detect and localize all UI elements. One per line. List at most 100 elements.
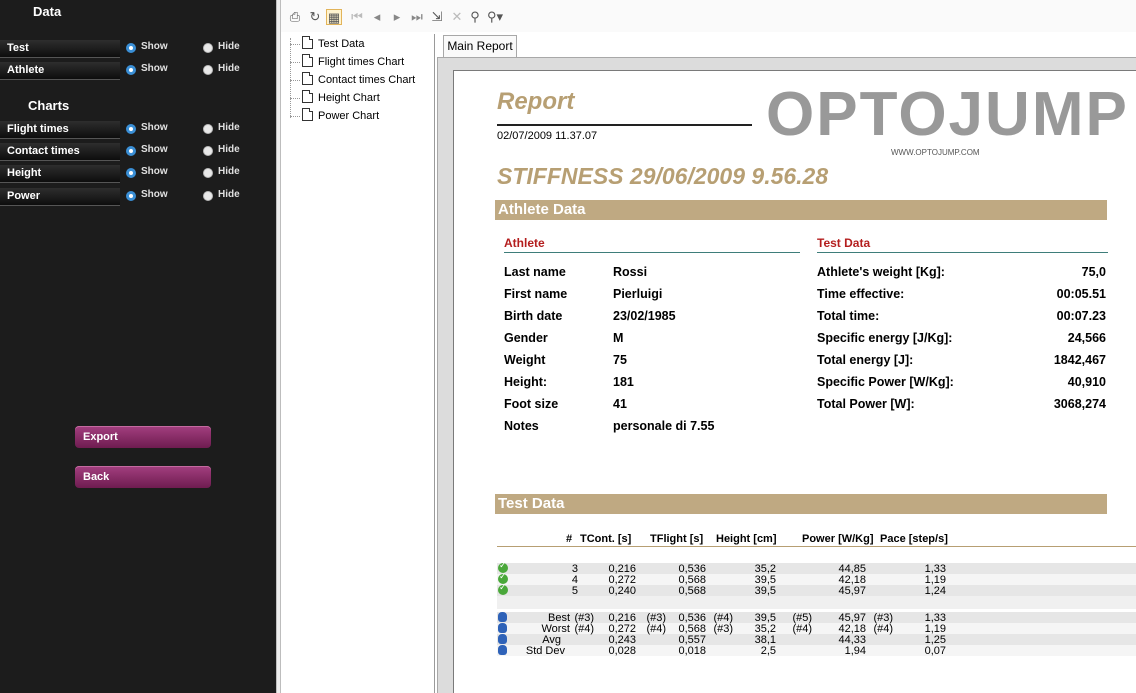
field-value: 3068,274: [1053, 397, 1106, 411]
logo-url: WWW.OPTOJUMP.COM: [891, 148, 980, 157]
tree-item-power-chart[interactable]: Power Chart: [302, 107, 379, 125]
field-value: 00:05.51: [1056, 287, 1106, 301]
option-row-power: Power Show Hide: [0, 188, 276, 206]
power-show-label[interactable]: Show: [141, 189, 168, 200]
tree-toggle-icon[interactable]: ▦: [326, 9, 342, 25]
stat-icon: [498, 612, 507, 622]
tree-connector: [290, 62, 300, 63]
option-label-flight-times: Flight times: [0, 121, 120, 139]
report-date: 02/07/2009 11.37.07: [497, 130, 598, 142]
athlete-hide-label[interactable]: Hide: [218, 63, 240, 74]
document-icon: [302, 54, 313, 67]
option-label-contact-times: Contact times: [0, 143, 120, 161]
panel-splitter[interactable]: [276, 0, 281, 693]
contact-times-show-radio[interactable]: [126, 146, 136, 156]
flight-times-show-label[interactable]: Show: [141, 122, 168, 133]
flight-times-hide-radio[interactable]: [203, 124, 213, 134]
power-hide-radio[interactable]: [203, 191, 213, 201]
stat-row: [497, 634, 1136, 645]
flight-times-show-radio[interactable]: [126, 124, 136, 134]
height-show-label[interactable]: Show: [141, 166, 168, 177]
option-label-athlete: Athlete: [0, 62, 120, 80]
height-hide-label[interactable]: Hide: [218, 166, 240, 177]
tree-item-test-data[interactable]: Test Data: [302, 35, 364, 53]
height-show-radio[interactable]: [126, 168, 136, 178]
tree-item-contact-times-chart[interactable]: Contact times Chart: [302, 71, 415, 89]
column-header: Height [cm]: [716, 533, 777, 545]
export-icon[interactable]: ⇲: [429, 9, 445, 25]
tab-main-report[interactable]: Main Report: [443, 35, 517, 57]
height-hide-radio[interactable]: [203, 168, 213, 178]
test-show-radio[interactable]: [126, 43, 136, 53]
test-show-label[interactable]: Show: [141, 41, 168, 52]
tree-guide-line: [290, 38, 291, 118]
document-icon: [302, 36, 313, 49]
data-section-title: Data: [33, 4, 62, 19]
tree-item-label: Contact times Chart: [318, 74, 416, 86]
cell-height: 39,5: [754, 585, 776, 597]
last-page-icon[interactable]: ⏭: [409, 9, 425, 25]
flight-times-hide-label[interactable]: Hide: [218, 122, 240, 133]
tree-item-flight-times-chart[interactable]: Flight times Chart: [302, 53, 404, 71]
report-toolbar: ⎙ ↻ ▦ ⏮ ◂ ▸ ⏭ ⇲ ✕ ⚲ ⚲▾: [281, 0, 1136, 32]
power-hide-label[interactable]: Hide: [218, 189, 240, 200]
athlete-show-radio[interactable]: [126, 65, 136, 75]
charts-section-title: Charts: [28, 98, 70, 113]
test-hide-radio[interactable]: [203, 43, 213, 53]
athlete-show-label[interactable]: Show: [141, 63, 168, 74]
stat-ref: (#4): [646, 623, 666, 635]
table-row: [497, 574, 1136, 585]
print-icon[interactable]: ⎙: [287, 9, 303, 25]
cell-tcont: 0,240: [608, 585, 636, 597]
find-icon[interactable]: ⚲: [467, 9, 483, 25]
power-show-radio[interactable]: [126, 191, 136, 201]
back-button[interactable]: Back: [75, 466, 211, 488]
tree-item-label: Power Chart: [318, 110, 380, 122]
prev-page-icon[interactable]: ◂: [369, 9, 385, 25]
option-label-test: Test: [0, 40, 120, 58]
tree-item-label: Test Data: [318, 38, 365, 50]
stat-label: Std Dev: [525, 645, 565, 657]
tree-item-label: Flight times Chart: [318, 56, 405, 68]
tree-connector: [290, 80, 300, 81]
tree-connector: [290, 116, 300, 117]
contact-times-hide-radio[interactable]: [203, 146, 213, 156]
report-title: Report: [497, 88, 575, 115]
export-button[interactable]: Export: [75, 426, 211, 448]
athlete-hide-radio[interactable]: [203, 65, 213, 75]
find-next-icon[interactable]: ⚲▾: [487, 9, 503, 25]
field-label: Weight: [504, 353, 546, 367]
test-data-band: Test Data: [495, 494, 1107, 514]
field-value: 23/02/1985: [613, 309, 676, 323]
field-label: Notes: [504, 419, 539, 433]
option-row-athlete: Athlete Show Hide: [0, 62, 276, 80]
field-value: 75,0: [1081, 265, 1106, 279]
stat-icon: [498, 645, 507, 655]
stat-ref: (#3): [713, 623, 733, 635]
field-label: Gender: [504, 331, 548, 345]
column-header: Pace [step/s]: [880, 533, 948, 545]
field-value: Pierluigi: [613, 287, 663, 301]
test-hide-label[interactable]: Hide: [218, 41, 240, 52]
field-value: 24,566: [1067, 331, 1106, 345]
option-row-height: Height Show Hide: [0, 165, 276, 183]
option-row-flight-times: Flight times Show Hide: [0, 121, 276, 139]
tree-connector: [290, 98, 300, 99]
contact-times-hide-label[interactable]: Hide: [218, 144, 240, 155]
column-header: TCont. [s]: [580, 533, 632, 545]
tree-item-height-chart[interactable]: Height Chart: [302, 89, 380, 107]
column-header: Power [W/Kg]: [802, 533, 874, 545]
contact-times-show-label[interactable]: Show: [141, 144, 168, 155]
report-tree: Test Data Flight times Chart Contact tim…: [282, 34, 435, 693]
field-label: Birth date: [504, 309, 563, 323]
table-spacer-row: [497, 596, 1136, 609]
stat-ref: (#4): [792, 623, 812, 635]
stat-icon: [498, 634, 507, 644]
first-page-icon[interactable]: ⏮: [349, 9, 365, 25]
next-page-icon[interactable]: ▸: [389, 9, 405, 25]
field-label: Height:: [504, 375, 548, 389]
option-label-power: Power: [0, 188, 120, 206]
field-value: 75: [613, 353, 627, 367]
refresh-icon[interactable]: ↻: [307, 9, 323, 25]
close-icon[interactable]: ✕: [449, 9, 465, 25]
